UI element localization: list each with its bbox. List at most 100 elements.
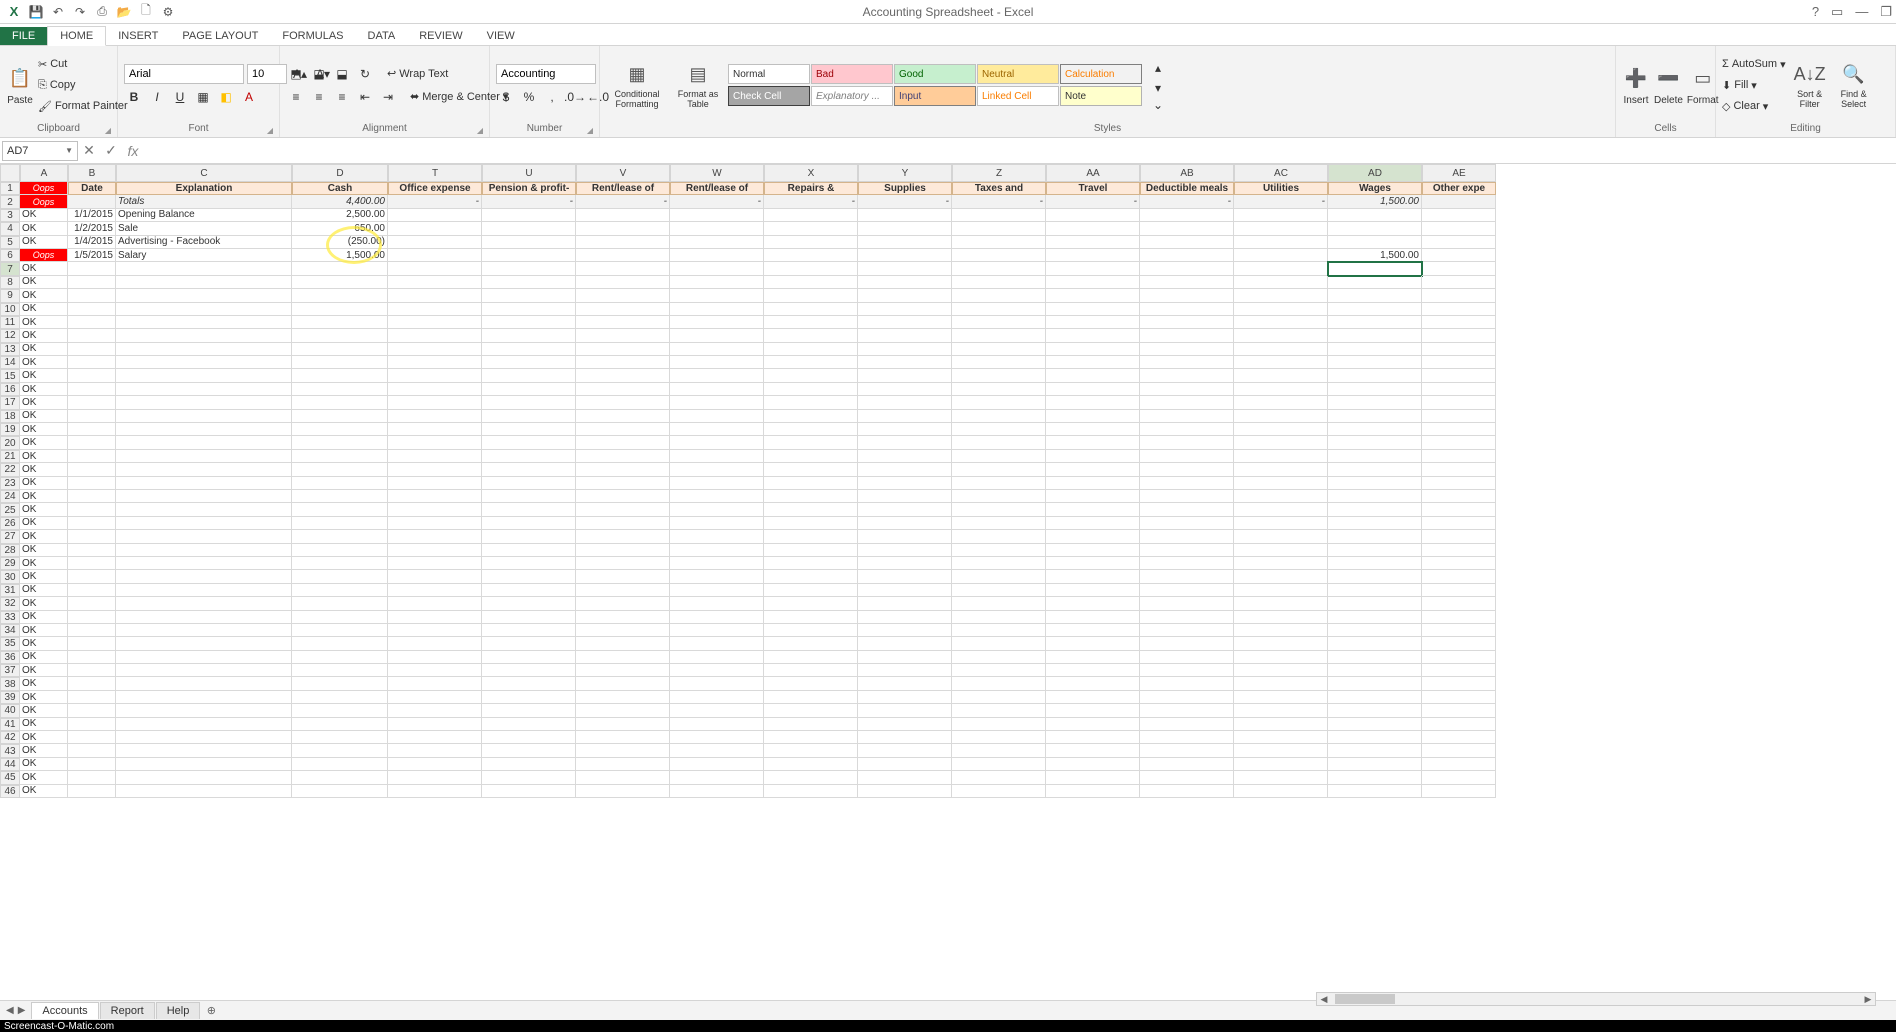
cell-W39[interactable] (670, 691, 764, 704)
cell-D28[interactable] (292, 544, 388, 557)
cell-W8[interactable] (670, 276, 764, 289)
cell-U4[interactable] (482, 222, 576, 235)
cell-Y12[interactable] (858, 329, 952, 342)
number-format-select[interactable] (496, 64, 596, 84)
cell-A45[interactable]: OK (20, 771, 68, 784)
align-bottom-icon[interactable]: ⬓ (332, 64, 352, 84)
cell-AE17[interactable] (1422, 396, 1496, 409)
cell-W29[interactable] (670, 557, 764, 570)
cell-V40[interactable] (576, 704, 670, 717)
cell-AA1[interactable]: Travel (1046, 182, 1140, 195)
cell-X36[interactable] (764, 651, 858, 664)
col-header-AB[interactable]: AB (1140, 164, 1234, 182)
cell-W17[interactable] (670, 396, 764, 409)
cell-AB10[interactable] (1140, 303, 1234, 316)
cell-AD13[interactable] (1328, 343, 1422, 356)
cell-A46[interactable]: OK (20, 785, 68, 798)
cell-U13[interactable] (482, 343, 576, 356)
cell-C7[interactable] (116, 262, 292, 275)
cell-W14[interactable] (670, 356, 764, 369)
col-header-X[interactable]: X (764, 164, 858, 182)
cell-Z37[interactable] (952, 664, 1046, 677)
cell-AD31[interactable] (1328, 584, 1422, 597)
cell-T39[interactable] (388, 691, 482, 704)
cell-AD24[interactable] (1328, 490, 1422, 503)
cell-AB11[interactable] (1140, 316, 1234, 329)
cell-B4[interactable]: 1/2/2015 (68, 222, 116, 235)
cell-V23[interactable] (576, 477, 670, 490)
styles-scroll-down-icon[interactable]: ▾ (1148, 79, 1168, 97)
cell-Y19[interactable] (858, 423, 952, 436)
cell-A25[interactable]: OK (20, 503, 68, 516)
cell-AC23[interactable] (1234, 477, 1328, 490)
cell-Z38[interactable] (952, 677, 1046, 690)
cell-B29[interactable] (68, 557, 116, 570)
cell-C38[interactable] (116, 677, 292, 690)
cell-AC37[interactable] (1234, 664, 1328, 677)
row-header-6[interactable]: 6 (0, 249, 20, 262)
cell-U20[interactable] (482, 436, 576, 449)
cell-Y20[interactable] (858, 436, 952, 449)
cell-AA30[interactable] (1046, 570, 1140, 583)
cell-C15[interactable] (116, 369, 292, 382)
cell-Z34[interactable] (952, 624, 1046, 637)
row-header-17[interactable]: 17 (0, 396, 20, 409)
cell-Y11[interactable] (858, 316, 952, 329)
font-name-select[interactable] (124, 64, 244, 84)
cell-A22[interactable]: OK (20, 463, 68, 476)
cell-Z2[interactable]: - (952, 195, 1046, 208)
cell-AB5[interactable] (1140, 236, 1234, 249)
cell-AA29[interactable] (1046, 557, 1140, 570)
cell-V18[interactable] (576, 410, 670, 423)
row-header-40[interactable]: 40 (0, 704, 20, 717)
cell-AD32[interactable] (1328, 597, 1422, 610)
cell-U6[interactable] (482, 249, 576, 262)
cell-AD25[interactable] (1328, 503, 1422, 516)
cell-X6[interactable] (764, 249, 858, 262)
cell-AB25[interactable] (1140, 503, 1234, 516)
cell-AC24[interactable] (1234, 490, 1328, 503)
cell-B17[interactable] (68, 396, 116, 409)
cell-W27[interactable] (670, 530, 764, 543)
cell-W21[interactable] (670, 450, 764, 463)
horizontal-scrollbar[interactable]: ◀ ▶ (1316, 992, 1876, 1006)
cell-AC32[interactable] (1234, 597, 1328, 610)
cell-C1[interactable]: Explanation (116, 182, 292, 195)
cell-X16[interactable] (764, 383, 858, 396)
paste-button[interactable]: 📋 Paste (6, 53, 34, 117)
cell-V15[interactable] (576, 369, 670, 382)
cell-A10[interactable]: OK (20, 303, 68, 316)
cell-AD42[interactable] (1328, 731, 1422, 744)
cell-X12[interactable] (764, 329, 858, 342)
cell-AC39[interactable] (1234, 691, 1328, 704)
cell-A8[interactable]: OK (20, 276, 68, 289)
cell-Y15[interactable] (858, 369, 952, 382)
cell-U10[interactable] (482, 303, 576, 316)
cell-B19[interactable] (68, 423, 116, 436)
cell-B42[interactable] (68, 731, 116, 744)
clipboard-dialog-launcher[interactable]: ◢ (105, 126, 111, 135)
cell-T27[interactable] (388, 530, 482, 543)
increase-decimal-icon[interactable]: .0→ (565, 87, 585, 107)
col-header-V[interactable]: V (576, 164, 670, 182)
cell-Y2[interactable]: - (858, 195, 952, 208)
cell-U35[interactable] (482, 637, 576, 650)
cell-U31[interactable] (482, 584, 576, 597)
cell-X22[interactable] (764, 463, 858, 476)
cell-D46[interactable] (292, 785, 388, 798)
cell-T13[interactable] (388, 343, 482, 356)
row-header-9[interactable]: 9 (0, 289, 20, 302)
cell-AB4[interactable] (1140, 222, 1234, 235)
cell-W46[interactable] (670, 785, 764, 798)
excel-icon[interactable]: X (6, 4, 22, 20)
cell-C45[interactable] (116, 771, 292, 784)
cell-Y6[interactable] (858, 249, 952, 262)
cell-T20[interactable] (388, 436, 482, 449)
cell-T3[interactable] (388, 209, 482, 222)
cell-AC43[interactable] (1234, 744, 1328, 757)
cell-D2[interactable]: 4,400.00 (292, 195, 388, 208)
cell-T35[interactable] (388, 637, 482, 650)
cell-C43[interactable] (116, 744, 292, 757)
cell-AC5[interactable] (1234, 236, 1328, 249)
cell-D31[interactable] (292, 584, 388, 597)
